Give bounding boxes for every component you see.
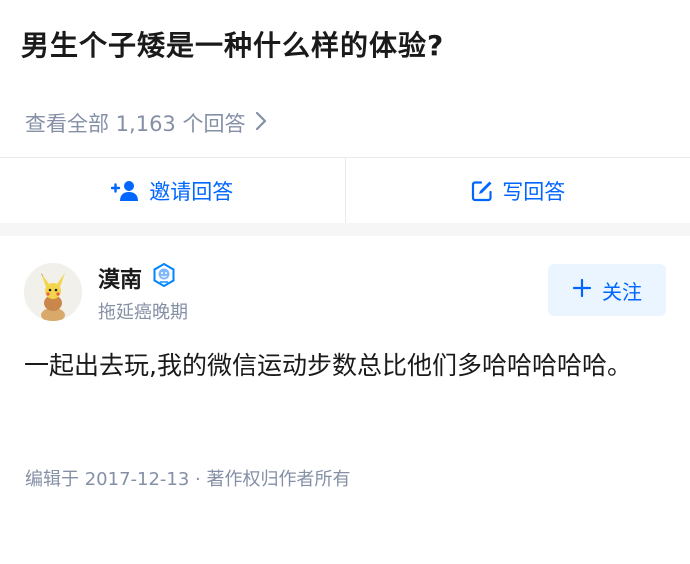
author-bio: 拖延癌晚期 xyxy=(98,302,188,323)
answer-card: 漠南 拖延癌晚期 关注 一起出去玩,我的微信运动步数总比他们多哈哈哈哈哈。 编辑… xyxy=(0,236,690,564)
view-all-answers-link[interactable]: 查看全部 1,163 个回答 xyxy=(25,108,267,138)
add-person-icon xyxy=(111,181,139,201)
verified-badge-icon xyxy=(152,262,176,293)
question-title[interactable]: 男生个子矮是一种什么样的体验? xyxy=(21,24,444,64)
view-all-label: 查看全部 1,163 个回答 xyxy=(25,112,246,136)
section-gap xyxy=(0,223,690,236)
write-answer-label: 写回答 xyxy=(502,180,566,204)
follow-label: 关注 xyxy=(602,279,642,304)
answer-meta: 编辑于 2017-12-13 · 著作权归作者所有 xyxy=(25,469,351,490)
avatar[interactable] xyxy=(24,263,82,321)
plus-icon xyxy=(572,277,592,303)
author-name-text: 漠南 xyxy=(98,268,143,293)
answer-content[interactable]: 一起出去玩,我的微信运动步数总比他们多哈哈哈哈哈。 xyxy=(24,344,664,388)
author-name[interactable]: 漠南 xyxy=(98,262,176,294)
page: 男生个子矮是一种什么样的体验? 查看全部 1,163 个回答 邀请回答 写回答 xyxy=(0,0,690,564)
invite-answer-button[interactable]: 邀请回答 xyxy=(0,158,345,224)
follow-button[interactable]: 关注 xyxy=(548,264,666,316)
write-answer-button[interactable]: 写回答 xyxy=(346,158,690,224)
invite-answer-label: 邀请回答 xyxy=(149,180,234,204)
action-bar: 邀请回答 写回答 xyxy=(0,157,690,224)
edit-icon xyxy=(472,181,492,202)
question-header: 男生个子矮是一种什么样的体验? 查看全部 1,163 个回答 xyxy=(0,0,690,157)
chevron-right-icon xyxy=(255,111,267,136)
